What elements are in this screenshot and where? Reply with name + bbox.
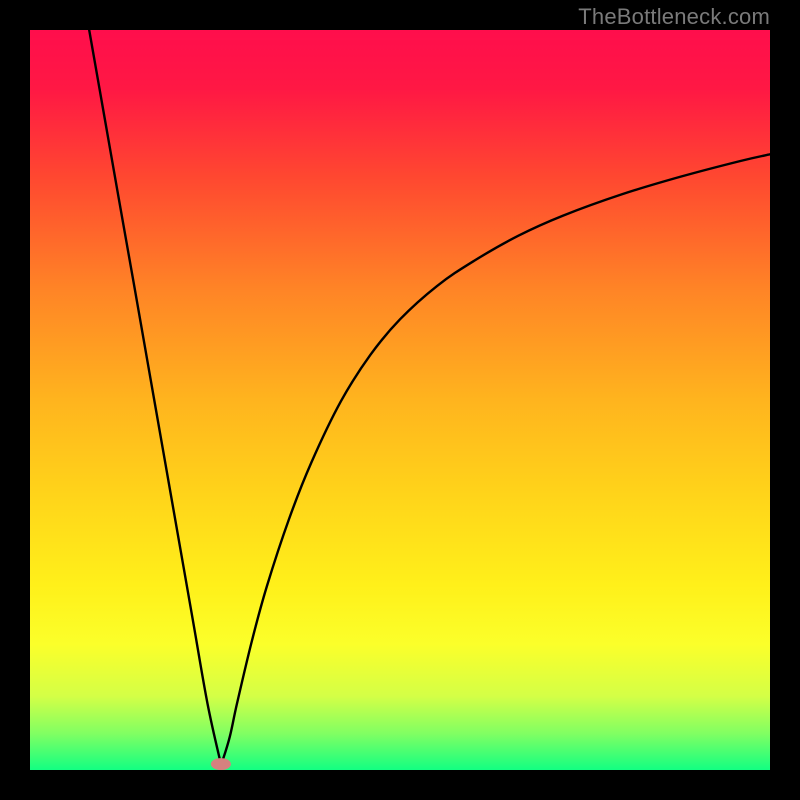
plot-area (30, 30, 770, 770)
curve-right-branch (221, 154, 770, 764)
curve-left-branch (89, 30, 221, 764)
curve-layer (30, 30, 770, 770)
minimum-marker (211, 758, 231, 770)
chart-stage: TheBottleneck.com (0, 0, 800, 800)
attribution-text: TheBottleneck.com (578, 4, 770, 30)
